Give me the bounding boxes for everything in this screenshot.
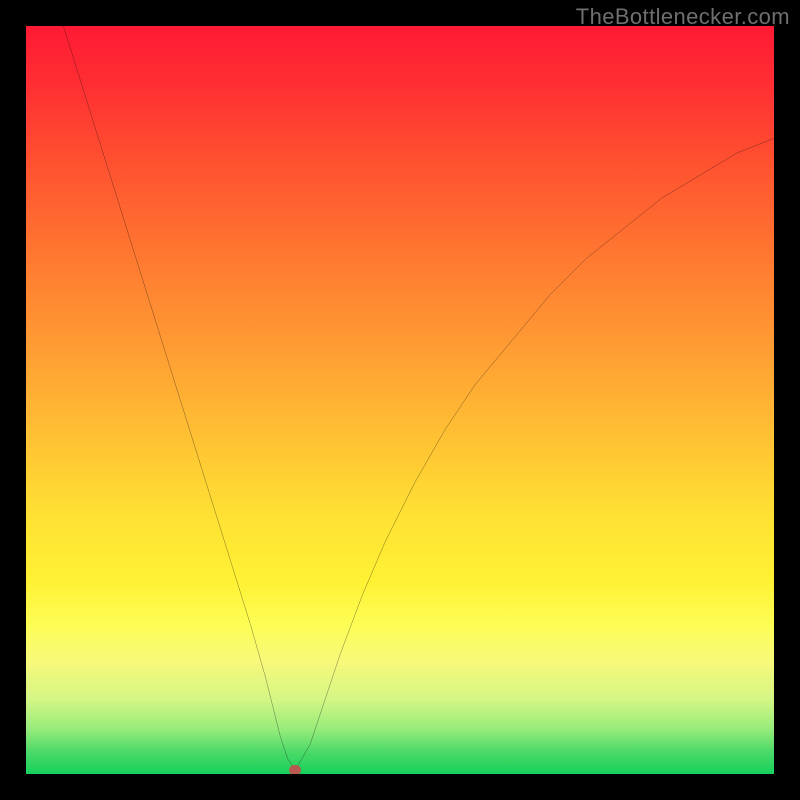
curve-overlay (26, 26, 774, 774)
bottleneck-curve (63, 26, 774, 770)
watermark-text: TheBottlenecker.com (576, 4, 790, 30)
plot-area (26, 26, 774, 774)
optimal-point-marker (289, 765, 301, 774)
chart-frame: TheBottlenecker.com (0, 0, 800, 800)
